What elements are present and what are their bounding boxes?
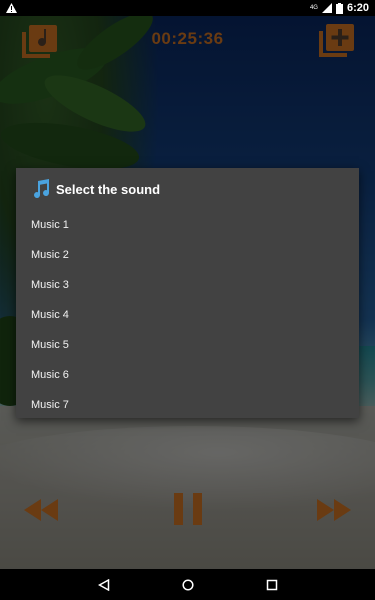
sound-option[interactable]: Music 3 [16, 270, 359, 300]
sound-option-list: Music 1 Music 2 Music 3 Music 4 Music 5 … [16, 210, 359, 420]
select-sound-dialog: Select the sound Music 1 Music 2 Music 3… [16, 168, 359, 418]
battery-icon [335, 2, 343, 14]
back-button[interactable] [97, 578, 111, 592]
sound-option[interactable]: Music 7 [16, 390, 359, 420]
music-note-icon [34, 179, 50, 199]
rewind-button[interactable] [22, 495, 62, 525]
recents-icon [266, 579, 277, 590]
playback-controls [0, 485, 375, 535]
network-label: 4G [309, 5, 318, 11]
fast-forward-button[interactable] [313, 495, 353, 525]
home-icon [181, 578, 194, 591]
status-bar: 4G 6:20 [0, 0, 375, 16]
status-time: 6:20 [346, 2, 369, 14]
sound-option[interactable]: Music 2 [16, 240, 359, 270]
dialog-title: Select the sound [56, 181, 161, 197]
top-toolbar: 00:25:36 [0, 16, 375, 66]
recents-button[interactable] [265, 578, 279, 592]
system-navigation-bar [0, 569, 375, 600]
signal-icon [321, 3, 332, 13]
dialog-header: Select the sound [16, 168, 359, 210]
pause-button[interactable] [172, 491, 204, 527]
add-playlist-button[interactable] [319, 23, 355, 59]
fast-forward-icon [317, 499, 351, 521]
home-button[interactable] [181, 578, 195, 592]
add-playlist-icon [319, 24, 354, 57]
sound-option[interactable]: Music 6 [16, 360, 359, 390]
sound-option[interactable]: Music 5 [16, 330, 359, 360]
sound-option[interactable]: Music 4 [16, 300, 359, 330]
warning-triangle-icon [6, 3, 17, 13]
pause-icon [174, 493, 202, 525]
sound-option[interactable]: Music 1 [16, 210, 359, 240]
rewind-icon [24, 499, 58, 521]
back-icon [97, 578, 109, 591]
